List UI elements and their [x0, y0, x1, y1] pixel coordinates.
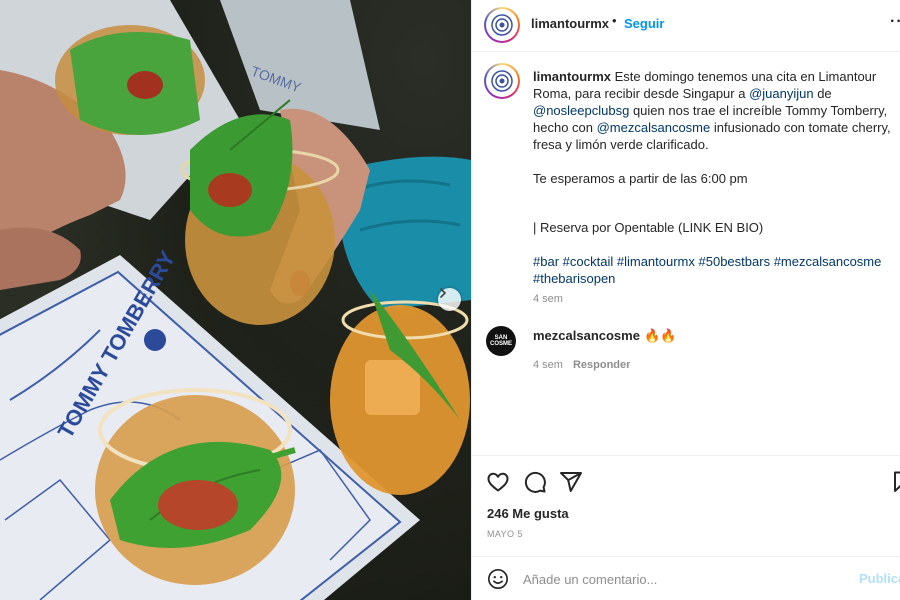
caption-username[interactable]: limantourmx — [533, 69, 611, 84]
comment-icon[interactable] — [523, 470, 547, 494]
action-bar — [472, 455, 900, 505]
caption-paragraph-2: Te esperamos a partir de las 6:00 pm — [533, 171, 748, 186]
post-details-panel: limantourmx • Seguir ··· limantourmx Est… — [471, 0, 900, 600]
mention-link[interactable]: @mezcalsancosme — [597, 120, 711, 135]
comment: mezcalsancosme 🔥🔥 — [533, 328, 676, 344]
add-comment-bar: Publicar — [472, 556, 900, 600]
brand-logo-icon — [491, 14, 513, 36]
post-header: limantourmx • Seguir ··· — [472, 0, 900, 52]
caption-paragraph-1: limantourmx Este domingo tenemos una cit… — [533, 68, 895, 153]
caption-timestamp[interactable]: 4 sem — [533, 293, 563, 305]
hashtag-link[interactable]: #mezcalsancosme — [774, 254, 882, 269]
caption-author-avatar[interactable] — [484, 63, 520, 99]
caption-paragraph-3: | Reserva por Opentable (LINK EN BIO) — [533, 220, 764, 235]
post-date[interactable]: MAYO 5 — [487, 529, 523, 539]
chevron-right-icon — [440, 288, 447, 298]
post-caption: limantourmx Este domingo tenemos una cit… — [533, 68, 895, 287]
hashtag-link[interactable]: #cocktail — [563, 254, 614, 269]
hashtag-link[interactable]: #bar — [533, 254, 559, 269]
heart-icon[interactable] — [486, 470, 510, 494]
avatar-text: COSME — [489, 341, 512, 347]
comment-input[interactable] — [523, 569, 843, 589]
follow-button[interactable]: Seguir — [624, 16, 664, 31]
hashtag-link[interactable]: #50bestbars — [699, 254, 771, 269]
comment-meta: 4 sem Responder — [533, 359, 630, 371]
mention-link[interactable]: @nosleepclubsg — [533, 103, 629, 118]
brand-logo-icon — [491, 70, 513, 92]
hashtag-link[interactable]: #limantourmx — [617, 254, 695, 269]
author-avatar[interactable] — [484, 7, 520, 43]
publish-button[interactable]: Publicar — [859, 571, 900, 586]
mention-link[interactable]: @juanyijun — [749, 86, 814, 101]
reply-button[interactable]: Responder — [573, 359, 630, 371]
bookmark-icon[interactable] — [890, 470, 900, 494]
more-options-icon[interactable]: ··· — [890, 13, 900, 31]
comment-timestamp[interactable]: 4 sem — [533, 359, 563, 371]
post-photo: TOMMY TOMBERRY TOMMY — [0, 0, 471, 600]
caption-text: de — [813, 86, 832, 101]
hashtag-link[interactable]: #thebarisopen — [533, 271, 615, 286]
comment-text: 🔥🔥 — [643, 328, 677, 343]
smiley-icon[interactable] — [487, 568, 509, 590]
caption-hashtags: #bar #cocktail #limantourmx #50bestbars … — [533, 253, 895, 287]
next-image-button[interactable] — [438, 288, 461, 311]
commenter-avatar[interactable]: SAN COSME — [486, 326, 516, 356]
author-username[interactable]: limantourmx — [531, 16, 609, 31]
like-count[interactable]: 246 Me gusta — [487, 506, 569, 521]
commenter-username[interactable]: mezcalsancosme — [533, 328, 640, 343]
share-icon[interactable] — [559, 470, 583, 494]
header-separator: • — [612, 13, 617, 28]
cocktail-photo-illustration: TOMMY TOMBERRY TOMMY — [0, 0, 471, 600]
